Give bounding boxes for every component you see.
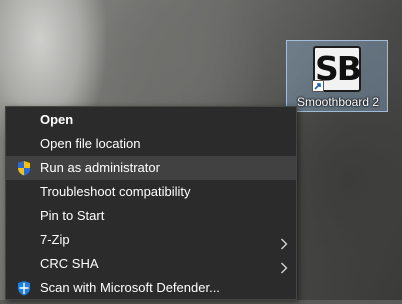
menu-item-label: Open file location bbox=[40, 136, 141, 151]
menu-item-crc-sha[interactable]: CRC SHA bbox=[6, 252, 296, 276]
chevron-right-icon bbox=[280, 258, 288, 274]
menu-item-label: 7-Zip bbox=[40, 232, 70, 247]
menu-item-label: Open bbox=[40, 112, 74, 127]
menu-item-label: CRC SHA bbox=[40, 256, 99, 271]
uac-shield-icon bbox=[16, 160, 32, 176]
menu-item-run-as-administrator[interactable]: Run as administrator bbox=[6, 156, 296, 180]
desktop-icon-label: Smoothboard 2 bbox=[296, 95, 380, 109]
menu-item-label: Run as administrator bbox=[40, 160, 160, 175]
menu-item-label: Scan with Microsoft Defender... bbox=[40, 280, 220, 295]
desktop-icon-smoothboard[interactable]: SB Smoothboard 2 bbox=[286, 40, 388, 112]
defender-shield-icon bbox=[16, 280, 32, 296]
menu-item-open[interactable]: Open bbox=[6, 108, 296, 132]
context-menu: Open Open file location Run as administr… bbox=[5, 106, 297, 300]
chevron-right-icon bbox=[280, 234, 288, 250]
menu-item-label: Pin to Start bbox=[40, 208, 105, 223]
menu-item-pin-to-start[interactable]: Pin to Start bbox=[6, 204, 296, 228]
menu-item-troubleshoot-compatibility[interactable]: Troubleshoot compatibility bbox=[6, 180, 296, 204]
menu-item-label: Troubleshoot compatibility bbox=[40, 184, 191, 199]
menu-item-open-file-location[interactable]: Open file location bbox=[6, 132, 296, 156]
menu-item-7zip[interactable]: 7-Zip bbox=[6, 228, 296, 252]
menu-item-scan-with-defender[interactable]: Scan with Microsoft Defender... bbox=[6, 276, 296, 300]
shortcut-arrow-icon bbox=[312, 80, 324, 92]
